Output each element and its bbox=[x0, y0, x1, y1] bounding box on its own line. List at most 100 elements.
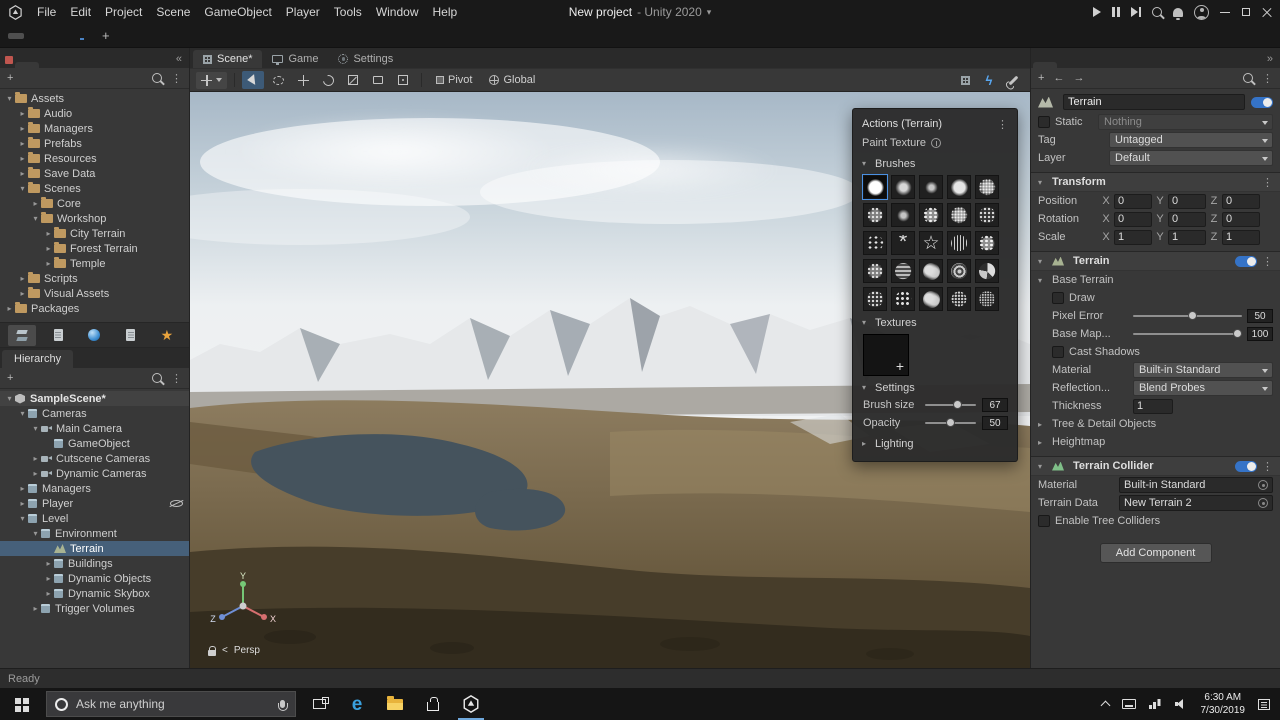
axis-y-label[interactable]: Y bbox=[240, 572, 246, 581]
kebab-menu-icon[interactable]: ⋮ bbox=[1262, 460, 1273, 473]
scene-toolbar-button[interactable] bbox=[1002, 71, 1024, 89]
hidden-eye-icon[interactable] bbox=[170, 499, 183, 508]
create-object-button[interactable]: + bbox=[7, 372, 13, 384]
foldout-arrow-icon[interactable]: ▸ bbox=[30, 454, 41, 463]
kebab-menu-icon[interactable]: ⋮ bbox=[1262, 176, 1273, 189]
project-title[interactable]: New project - Unity 2020 ▾ bbox=[569, 5, 712, 19]
layer-dropdown[interactable]: Default bbox=[1109, 150, 1273, 166]
show-hidden-icons-button[interactable] bbox=[1100, 701, 1110, 711]
menu-item[interactable]: Edit bbox=[63, 3, 98, 21]
search-icon[interactable] bbox=[152, 73, 162, 83]
foldout-arrow-icon[interactable]: ▸ bbox=[17, 109, 28, 118]
menu-item[interactable]: Help bbox=[426, 3, 465, 21]
orientation-gizmo[interactable]: Y X Z bbox=[206, 572, 280, 634]
brush-thumbnail[interactable]: * bbox=[891, 231, 915, 255]
tree-row[interactable]: ▾ Level bbox=[0, 511, 189, 526]
menu-item[interactable]: Project bbox=[98, 3, 149, 21]
favorite-filter-button[interactable] bbox=[8, 325, 36, 346]
foldout-arrow-icon[interactable]: ▾ bbox=[30, 529, 41, 538]
search-icon[interactable] bbox=[152, 373, 162, 383]
brush-thumbnail[interactable] bbox=[947, 231, 971, 255]
taskbar-search[interactable]: Ask me anything bbox=[46, 691, 296, 717]
tree-row[interactable]: ▾ SampleScene* bbox=[0, 391, 189, 406]
terrain-collider-header[interactable]: ▾ Terrain Collider ⋮ bbox=[1031, 456, 1280, 476]
foldout-arrow-icon[interactable]: ▸ bbox=[17, 124, 28, 133]
tree-row[interactable]: ▾ Main Camera bbox=[0, 421, 189, 436]
settings-foldout[interactable]: ▾ Settings bbox=[862, 379, 1008, 396]
favorite-filter-button[interactable] bbox=[44, 325, 72, 346]
terrain-component-header[interactable]: ▾ Terrain ⋮ bbox=[1031, 251, 1280, 271]
volume-icon[interactable] bbox=[1175, 699, 1188, 710]
static-checkbox[interactable] bbox=[1038, 116, 1050, 128]
foldout-arrow-icon[interactable]: ▾ bbox=[1038, 462, 1047, 471]
z-field[interactable]: 0 bbox=[1222, 212, 1260, 227]
pixel-error-slider[interactable] bbox=[1133, 310, 1242, 322]
brush-thumbnail[interactable] bbox=[863, 287, 887, 311]
heightmap-foldout[interactable]: ▸ Heightmap bbox=[1031, 433, 1280, 451]
foldout-arrow-icon[interactable]: ▾ bbox=[1038, 257, 1047, 266]
foldout-arrow-icon[interactable]: ▸ bbox=[30, 469, 41, 478]
favorite-filter-button[interactable] bbox=[117, 325, 145, 346]
tab-hierarchy[interactable]: Hierarchy bbox=[2, 350, 73, 368]
tool-button[interactable] bbox=[267, 71, 289, 89]
step-button[interactable] bbox=[1131, 7, 1141, 17]
unity-taskbar-button[interactable] bbox=[452, 688, 490, 720]
start-button[interactable] bbox=[0, 688, 42, 720]
foldout-arrow-icon[interactable]: ▾ bbox=[30, 424, 41, 433]
x-field[interactable]: 0 bbox=[1114, 212, 1152, 227]
brush-thumbnail[interactable] bbox=[891, 203, 915, 227]
tree-row[interactable]: ▸ Trigger Volumes bbox=[0, 601, 189, 616]
foldout-arrow-icon[interactable]: ▸ bbox=[43, 229, 54, 238]
z-field[interactable]: 0 bbox=[1222, 194, 1260, 209]
foldout-arrow-icon[interactable]: ▸ bbox=[17, 274, 28, 283]
global-toggle-button[interactable]: Global bbox=[482, 72, 542, 88]
brush-thumbnail[interactable] bbox=[975, 175, 999, 199]
brush-thumbnail[interactable] bbox=[947, 287, 971, 311]
collapse-panel-button[interactable]: « bbox=[169, 53, 189, 68]
tool-button[interactable] bbox=[242, 71, 264, 89]
store-button[interactable] bbox=[414, 688, 452, 720]
tree-row[interactable]: ▸ Scripts bbox=[0, 271, 189, 286]
tree-row[interactable]: ▸ Save Data bbox=[0, 166, 189, 181]
foldout-arrow-icon[interactable]: ▸ bbox=[43, 574, 54, 583]
texture-slot[interactable]: + bbox=[863, 334, 909, 376]
projection-mode[interactable]: < Persp bbox=[208, 645, 260, 656]
brush-thumbnail[interactable] bbox=[975, 231, 999, 255]
axis-z-label[interactable]: Z bbox=[210, 614, 216, 624]
add-component-button[interactable]: Add Component bbox=[1100, 543, 1212, 563]
tree-row[interactable]: ▸ Dynamic Skybox bbox=[0, 586, 189, 601]
brush-thumbnail[interactable] bbox=[919, 259, 943, 283]
draw-checkbox[interactable] bbox=[1052, 292, 1064, 304]
create-asset-button[interactable]: + bbox=[7, 72, 13, 84]
slider[interactable] bbox=[925, 417, 976, 429]
add-workspace-tab-button[interactable]: + bbox=[96, 28, 116, 43]
tree-row[interactable]: ▸ Packages bbox=[0, 301, 189, 316]
y-field[interactable]: 1 bbox=[1168, 230, 1206, 245]
foldout-arrow-icon[interactable]: ▸ bbox=[30, 604, 41, 613]
slider-value-field[interactable]: 67 bbox=[982, 398, 1008, 412]
lock-icon[interactable] bbox=[208, 650, 216, 656]
foldout-arrow-icon[interactable]: ▸ bbox=[1038, 420, 1047, 429]
brush-thumbnail[interactable] bbox=[891, 287, 915, 311]
kebab-menu-icon[interactable]: ⋮ bbox=[1262, 72, 1273, 85]
foldout-arrow-icon[interactable]: ▸ bbox=[1038, 438, 1047, 447]
tree-row[interactable]: ▸ Managers bbox=[0, 481, 189, 496]
collider-material-field[interactable]: Built-in Standard bbox=[1119, 477, 1273, 493]
tree-row[interactable]: ▾ Scenes bbox=[0, 181, 189, 196]
workspace-tab[interactable] bbox=[52, 33, 68, 39]
static-flags-dropdown[interactable]: Nothing bbox=[1098, 114, 1273, 130]
pixel-error-value-field[interactable]: 50 bbox=[1247, 309, 1273, 323]
microphone-icon[interactable] bbox=[280, 700, 285, 708]
cast-shadows-checkbox[interactable] bbox=[1052, 346, 1064, 358]
tool-button[interactable] bbox=[367, 71, 389, 89]
brush-thumbnail[interactable] bbox=[863, 203, 887, 227]
menu-item[interactable]: Window bbox=[369, 3, 426, 21]
action-center-icon[interactable] bbox=[1258, 699, 1270, 710]
foldout-arrow-icon[interactable]: ▾ bbox=[1038, 178, 1047, 187]
favorite-filter-button[interactable] bbox=[80, 325, 108, 346]
tree-row[interactable]: ▸ City Terrain bbox=[0, 226, 189, 241]
foldout-arrow-icon[interactable]: ▸ bbox=[17, 289, 28, 298]
tool-dropdown[interactable] bbox=[196, 72, 227, 89]
minimize-button[interactable] bbox=[1220, 7, 1230, 17]
thickness-field[interactable]: 1 bbox=[1133, 399, 1173, 414]
